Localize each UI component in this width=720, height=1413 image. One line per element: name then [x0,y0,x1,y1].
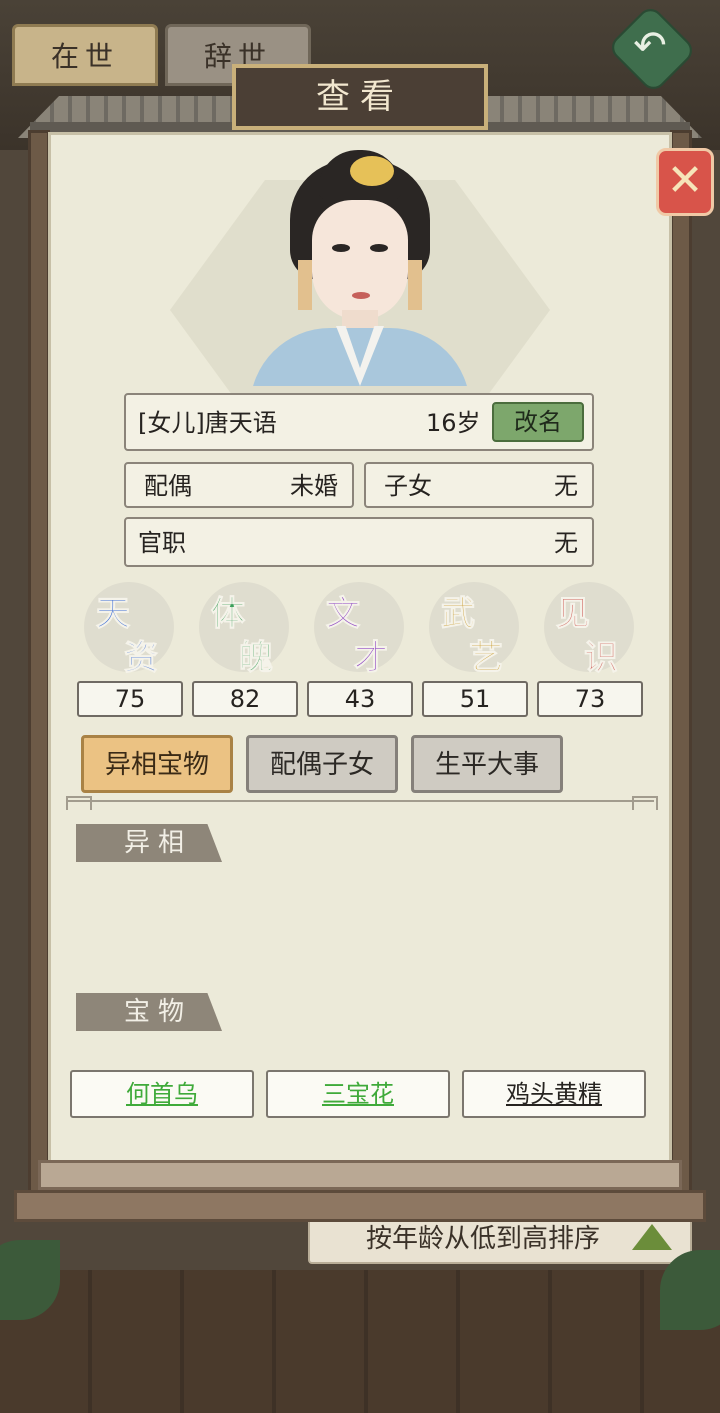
office-value: 无 [554,529,578,557]
traits-section-title: 异相 [76,824,222,862]
tab-spouse-children[interactable]: 配偶子女 [246,735,398,793]
character-age: 16岁 [426,409,481,437]
dialog-title: 查看 [232,64,488,130]
floor-decoration [0,1270,720,1413]
attribute-martial-label-bottom: 艺 [469,638,504,679]
spouse-box: 配偶 未婚 [124,462,354,508]
character-name: [女儿]唐天语 [138,409,277,437]
divider-corner [632,796,658,810]
attribute-insight-label-bottom: 识 [584,638,619,679]
treasure-item-sanbaohua[interactable]: 三宝花 [266,1070,450,1118]
tab-life-events[interactable]: 生平大事 [411,735,563,793]
close-button[interactable]: ✕ [656,148,714,216]
attribute-talent-label-top: 天 [96,594,131,635]
rename-button[interactable]: 改名 [492,402,584,442]
section-divider [66,800,654,812]
right-post [670,130,692,1210]
attribute-physique-label-bottom: 魄 [239,638,274,679]
attribute-literary-label-top: 文 [326,594,361,635]
tab-traits-treasures[interactable]: 异相宝物 [81,735,233,793]
tab-alive[interactable]: 在世 [12,24,158,86]
attribute-talent-value: 75 [77,681,183,717]
spouse-value: 未婚 [290,472,338,500]
children-box: 子女 无 [364,462,594,508]
children-label: 子女 [384,472,432,500]
attribute-physique-label-top: 体 [211,594,246,635]
bottom-beam [14,1190,706,1222]
attribute-insight-value: 73 [537,681,643,717]
office-box: 官职 无 [124,517,594,567]
treasure-item-jitouhuangjing[interactable]: 鸡头黄精 [462,1070,646,1118]
left-post [28,130,50,1210]
sort-triangle-icon [632,1224,672,1250]
office-label: 官职 [138,529,186,557]
attribute-literary-label-bottom: 才 [354,638,389,679]
attribute-insight-label-top: 见 [556,594,591,635]
attribute-literary-value: 43 [307,681,413,717]
attribute-martial-value: 51 [422,681,528,717]
spouse-label: 配偶 [144,472,192,500]
children-value: 无 [554,472,578,500]
bottom-rail [38,1160,682,1190]
back-arrow-icon: ↶ [633,23,667,69]
divider-corner [66,796,92,810]
attribute-talent-label-bottom: 资 [124,638,159,679]
treasure-item-heshouwu[interactable]: 何首乌 [70,1070,254,1118]
attribute-martial-label-top: 武 [441,594,476,635]
treasures-section-title: 宝物 [76,993,222,1031]
character-portrait [250,150,470,386]
attribute-physique-value: 82 [192,681,298,717]
close-icon: ✕ [666,155,704,206]
